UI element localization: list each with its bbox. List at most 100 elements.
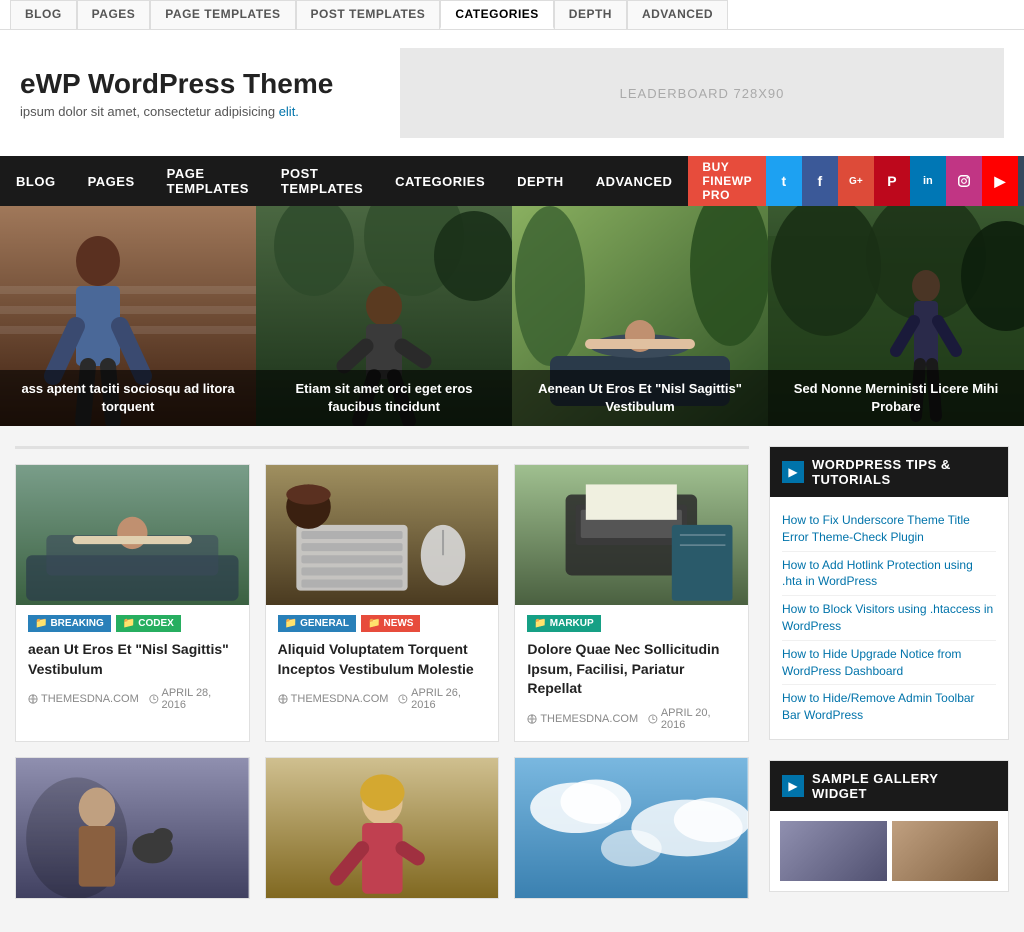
- folder-icon-1: 📁: [35, 618, 47, 629]
- widget-arrow-icon-1: ▶: [782, 461, 804, 483]
- tagline-link[interactable]: elit.: [279, 104, 299, 119]
- widget-title-2: SAMPLE GALLERY WIDGET: [812, 771, 996, 801]
- featured-caption-4: Sed Nonne Merninisti Licere Mihi Probare: [768, 370, 1024, 426]
- admin-tab-categories[interactable]: CATEGORIES: [440, 0, 553, 29]
- social-linkedin[interactable]: in: [910, 156, 946, 206]
- card-site-3: THEMESDNA.COM: [527, 713, 638, 725]
- card-title-2: Aliquid Voluptatem Torquent Inceptos Ves…: [278, 640, 487, 679]
- featured-item-2[interactable]: Etiam sit amet orci eget eros faucibus t…: [256, 206, 512, 426]
- nav-page-templates[interactable]: PAGE TEMPLATES: [151, 156, 265, 206]
- featured-caption-1: ass aptent taciti sociosqu ad litora tor…: [0, 370, 256, 426]
- card-date-3: APRIL 20, 2016: [648, 707, 736, 731]
- featured-item-4[interactable]: Sed Nonne Merninisti Licere Mihi Probare: [768, 206, 1024, 426]
- admin-tab-blog[interactable]: BLOG: [10, 0, 77, 29]
- widget-title-bar-1: ▶ WORDPRESS TIPS & TUTORIALS: [770, 447, 1008, 497]
- card-date-2: APRIL 26, 2016: [398, 687, 486, 711]
- featured-caption-2: Etiam sit amet orci eget eros faucibus t…: [256, 370, 512, 426]
- card-3: 📁 MARKUP Dolore Quae Nec Sollicitudin Ip…: [514, 464, 749, 742]
- folder-icon-3: 📁: [285, 618, 297, 629]
- widget-link-2[interactable]: How to Add Hotlink Protection using .hta…: [782, 552, 996, 597]
- social-facebook[interactable]: f: [802, 156, 838, 206]
- nav-advanced[interactable]: ADVANCED: [580, 156, 689, 206]
- card-meta-1: THEMESDNA.COM APRIL 28, 2016: [28, 687, 237, 711]
- card-tags-2: 📁 GENERAL 📁 NEWS: [278, 615, 487, 632]
- card-tags-1: 📁 BREAKING 📁 CODEX: [28, 615, 237, 632]
- site-header: eWP WordPress Theme ipsum dolor sit amet…: [0, 30, 1024, 156]
- admin-tab-depth[interactable]: DEPTH: [554, 0, 627, 29]
- social-instagram[interactable]: [946, 156, 982, 206]
- card-site-2: THEMESDNA.COM: [278, 693, 389, 705]
- site-title-area: eWP WordPress Theme ipsum dolor sit amet…: [20, 67, 400, 120]
- cards-grid-row2: [15, 757, 749, 899]
- card-title-1: aean Ut Eros Et "Nisl Sagittis" Vestibul…: [28, 640, 237, 679]
- admin-tab-advanced[interactable]: ADVANCED: [627, 0, 728, 29]
- cards-grid-row1: 📁 BREAKING 📁 CODEX aean Ut Eros Et "Nisl…: [15, 464, 749, 742]
- widget-link-1[interactable]: How to Fix Underscore Theme Title Error …: [782, 507, 996, 552]
- card-site-1: THEMESDNA.COM: [28, 693, 139, 705]
- card-6: [514, 757, 749, 899]
- admin-tab-pages[interactable]: PAGES: [77, 0, 151, 29]
- nav-categories[interactable]: CATEGORIES: [379, 156, 501, 206]
- leaderboard-ad: LEADERBOARD 728X90: [400, 48, 1004, 138]
- nav-blog[interactable]: BLOG: [0, 156, 72, 206]
- nav-buy[interactable]: BUY FINEWP PRO: [688, 156, 765, 206]
- nav-depth[interactable]: DEPTH: [501, 156, 580, 206]
- widget-link-4[interactable]: How to Hide Upgrade Notice from WordPres…: [782, 641, 996, 686]
- widget-arrow-icon-2: ▶: [782, 775, 804, 797]
- featured-section: ass aptent taciti sociosqu ad litora tor…: [0, 206, 1024, 426]
- featured-caption-3: Aenean Ut Eros Et "Nisl Sagittis" Vestib…: [512, 370, 768, 426]
- card-body-3: 📁 MARKUP Dolore Quae Nec Sollicitudin Ip…: [515, 605, 748, 741]
- admin-bar: BLOG PAGES PAGE TEMPLATES POST TEMPLATES…: [0, 0, 1024, 30]
- gallery-widget-body: [770, 811, 1008, 891]
- nav-post-templates[interactable]: POST TEMPLATES: [265, 156, 379, 206]
- card-image-3: [515, 465, 748, 605]
- widget-link-3[interactable]: How to Block Visitors using .htaccess in…: [782, 596, 996, 641]
- card-5: [265, 757, 500, 899]
- widget-wordpress-tips: ▶ WORDPRESS TIPS & TUTORIALS How to Fix …: [769, 446, 1009, 740]
- card-body-1: 📁 BREAKING 📁 CODEX aean Ut Eros Et "Nisl…: [16, 605, 249, 721]
- card-meta-3: THEMESDNA.COM APRIL 20, 2016: [527, 707, 736, 731]
- folder-icon-4: 📁: [368, 618, 380, 629]
- social-mail[interactable]: ✉: [1018, 156, 1024, 206]
- site-title: eWP WordPress Theme: [20, 67, 400, 101]
- card-body-2: 📁 GENERAL 📁 NEWS Aliquid Voluptatem Torq…: [266, 605, 499, 721]
- widget-links-1: How to Fix Underscore Theme Title Error …: [770, 497, 1008, 739]
- tag-general-1[interactable]: 📁 GENERAL: [278, 615, 356, 632]
- gallery-thumb-1[interactable]: [780, 821, 887, 881]
- featured-item-3[interactable]: Aenean Ut Eros Et "Nisl Sagittis" Vestib…: [512, 206, 768, 426]
- social-pinterest[interactable]: P: [874, 156, 910, 206]
- card-2: 📁 GENERAL 📁 NEWS Aliquid Voluptatem Torq…: [265, 464, 500, 742]
- main-nav: BLOG PAGES PAGE TEMPLATES POST TEMPLATES…: [0, 156, 1024, 206]
- sidebar: ▶ WORDPRESS TIPS & TUTORIALS How to Fix …: [769, 446, 1009, 912]
- gallery-thumb-2[interactable]: [892, 821, 999, 881]
- content-area: 📁 BREAKING 📁 CODEX aean Ut Eros Et "Nisl…: [0, 426, 1024, 932]
- tag-breaking-1[interactable]: 📁 BREAKING: [28, 615, 111, 632]
- admin-tab-page-templates[interactable]: PAGE TEMPLATES: [150, 0, 295, 29]
- card-title-3: Dolore Quae Nec Sollicitudin Ipsum, Faci…: [527, 640, 736, 699]
- tag-markup-1[interactable]: 📁 MARKUP: [527, 615, 600, 632]
- tag-news-1[interactable]: 📁 NEWS: [361, 615, 420, 632]
- social-twitter[interactable]: t: [766, 156, 802, 206]
- admin-tab-post-templates[interactable]: POST TEMPLATES: [296, 0, 441, 29]
- widget-gallery: ▶ SAMPLE GALLERY WIDGET: [769, 760, 1009, 892]
- social-icons: t f G+ P in ▶ ✉: [766, 156, 1024, 206]
- featured-item-1[interactable]: ass aptent taciti sociosqu ad litora tor…: [0, 206, 256, 426]
- widget-title-bar-2: ▶ SAMPLE GALLERY WIDGET: [770, 761, 1008, 811]
- main-nav-links: BLOG PAGES PAGE TEMPLATES POST TEMPLATES…: [0, 156, 688, 206]
- card-date-1: APRIL 28, 2016: [149, 687, 237, 711]
- nav-pages[interactable]: PAGES: [72, 156, 151, 206]
- widget-link-5[interactable]: How to Hide/Remove Admin Toolbar Bar Wor…: [782, 685, 996, 729]
- card-tags-3: 📁 MARKUP: [527, 615, 736, 632]
- social-youtube[interactable]: ▶: [982, 156, 1018, 206]
- folder-icon-5: 📁: [534, 618, 546, 629]
- card-4: [15, 757, 250, 899]
- main-content: 📁 BREAKING 📁 CODEX aean Ut Eros Et "Nisl…: [15, 446, 749, 912]
- card-image-2: [266, 465, 499, 605]
- card-meta-2: THEMESDNA.COM APRIL 26, 2016: [278, 687, 487, 711]
- tag-codex-1[interactable]: 📁 CODEX: [116, 615, 181, 632]
- card-1: 📁 BREAKING 📁 CODEX aean Ut Eros Et "Nisl…: [15, 464, 250, 742]
- section-divider: [15, 446, 749, 449]
- folder-icon-2: 📁: [123, 618, 135, 629]
- widget-title-1: WORDPRESS TIPS & TUTORIALS: [812, 457, 996, 487]
- social-google[interactable]: G+: [838, 156, 874, 206]
